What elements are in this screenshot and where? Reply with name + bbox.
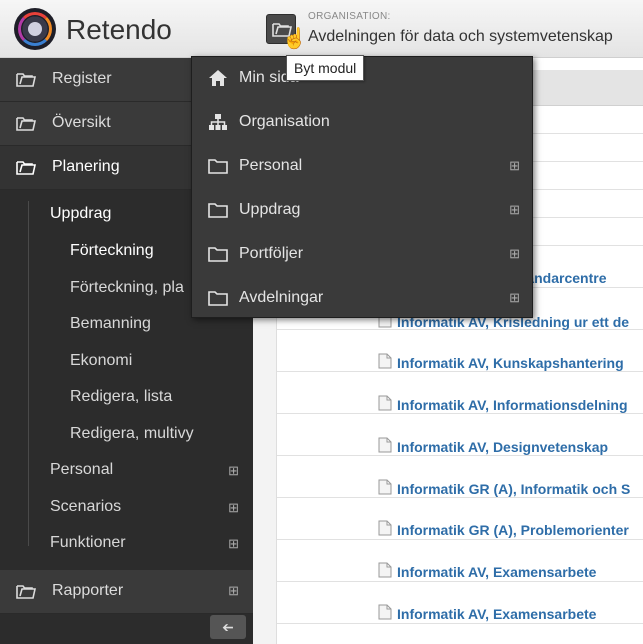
menu-item-organisation[interactable]: Organisation xyxy=(192,101,532,145)
document-icon xyxy=(378,395,392,411)
expand-icon[interactable]: ⊞ xyxy=(509,246,520,262)
document-icon xyxy=(378,479,392,495)
course-link[interactable]: Informatik GR (A), Problemorienter xyxy=(397,522,643,538)
sidebar-sub-forteckning-pla[interactable]: Förteckning, pla xyxy=(70,279,184,297)
sidebar-sub-uppdrag[interactable]: Uppdrag xyxy=(50,205,111,223)
folder-open-icon xyxy=(16,161,36,175)
course-link[interactable]: Informatik AV, Kunskapshantering xyxy=(397,355,643,371)
expand-icon[interactable]: ⊞ xyxy=(509,202,520,218)
menu-item-label: Portföljer xyxy=(239,245,304,262)
app-name: Retendo xyxy=(66,14,172,45)
course-link[interactable]: Informatik GR (A), Informatik och S xyxy=(397,481,643,497)
switch-module-tooltip: Byt modul xyxy=(286,55,365,81)
course-link[interactable]: Informatik AV, Examensarbete xyxy=(397,606,643,622)
organisation-label: ORGANISATION: xyxy=(308,11,391,22)
course-link[interactable]: Informatik AV, Examensarbete xyxy=(397,564,643,580)
folder-open-icon xyxy=(16,117,36,131)
org-chart-icon xyxy=(209,114,227,130)
document-icon xyxy=(378,604,392,620)
sidebar-item-rapporter[interactable]: Rapporter ⊞ xyxy=(0,570,253,614)
menu-item-label: Avdelningar xyxy=(239,289,324,306)
folder-open-icon xyxy=(16,585,36,599)
expand-icon[interactable]: ⊞ xyxy=(509,290,520,306)
menu-item-personal[interactable]: Personal ⊞ xyxy=(192,145,532,189)
folder-icon xyxy=(208,203,228,218)
expand-icon[interactable]: ⊞ xyxy=(509,158,520,174)
menu-item-label: Uppdrag xyxy=(239,201,301,218)
document-icon xyxy=(378,520,392,536)
menu-item-label: Organisation xyxy=(239,113,330,130)
folder-open-icon xyxy=(16,73,36,87)
sidebar-item-label: Register xyxy=(52,70,112,87)
expand-icon[interactable]: ⊞ xyxy=(228,463,239,479)
arrow-left-icon: ➔ xyxy=(222,619,234,635)
sidebar-item-label: Översikt xyxy=(52,114,111,131)
sidebar-item-label: Rapporter xyxy=(52,582,124,599)
expand-icon[interactable]: ⊞ xyxy=(228,583,239,599)
organisation-name[interactable]: Avdelningen för data och systemvetenskap xyxy=(308,28,613,46)
menu-item-avdelningar[interactable]: Avdelningar ⊞ xyxy=(192,277,532,321)
submenu-rail xyxy=(28,201,29,546)
sidebar-sub-bemanning[interactable]: Bemanning xyxy=(70,315,151,333)
home-icon xyxy=(209,70,227,86)
sidebar-sub-forteckning[interactable]: Förteckning xyxy=(70,242,154,260)
sidebar-sub-redigera-lista[interactable]: Redigera, lista xyxy=(70,388,172,406)
menu-item-portfoljer[interactable]: Portföljer ⊞ xyxy=(192,233,532,277)
sidebar-sub-redigera-multivy[interactable]: Redigera, multivy xyxy=(70,425,194,443)
sidebar-item-label: Planering xyxy=(52,158,120,175)
course-link[interactable]: Informatik AV, Informationsdelning xyxy=(397,397,643,413)
expand-icon[interactable]: ⊞ xyxy=(228,500,239,516)
sidebar-group-scenarios[interactable]: Scenarios xyxy=(50,498,121,516)
collapse-sidebar-button[interactable]: ➔ xyxy=(210,615,246,639)
sidebar-group-personal[interactable]: Personal xyxy=(50,461,113,479)
folder-icon xyxy=(208,159,228,174)
app-header: Retendo ☝ ORGANISATION: Avdelningen för … xyxy=(0,0,643,58)
folder-icon xyxy=(208,291,228,306)
course-link[interactable]: Informatik AV, Designvetenskap xyxy=(397,439,643,455)
module-dropdown-menu: Min sida Organisation Personal ⊞ Uppdrag… xyxy=(191,56,533,318)
document-icon xyxy=(378,353,392,369)
menu-item-label: Personal xyxy=(239,157,303,174)
hand-cursor-icon: ☝ xyxy=(282,28,307,50)
expand-icon[interactable]: ⊞ xyxy=(228,536,239,552)
retendo-logo-icon xyxy=(14,8,56,50)
sidebar-sub-ekonomi[interactable]: Ekonomi xyxy=(70,352,132,370)
sidebar-group-funktioner[interactable]: Funktioner xyxy=(50,534,126,552)
menu-item-uppdrag[interactable]: Uppdrag ⊞ xyxy=(192,189,532,233)
document-icon xyxy=(378,437,392,453)
document-icon xyxy=(378,562,392,578)
folder-icon xyxy=(208,247,228,262)
